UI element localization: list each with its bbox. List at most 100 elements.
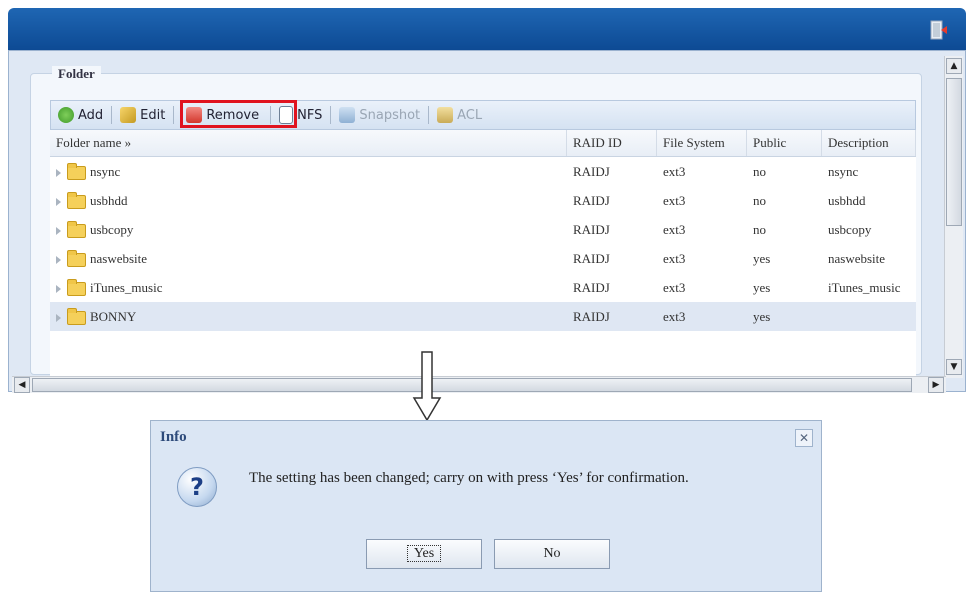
cell-file-system: ext3 [663,164,686,179]
edit-button-label: Edit [140,107,166,123]
table-row[interactable]: nsync RAIDJ ext3 no nsync [50,157,916,186]
cell-description: usbhdd [828,193,866,208]
toolbar-separator [173,106,175,124]
horizontal-scrollbar[interactable]: ◀ ▶ [12,376,946,393]
table-row[interactable]: naswebsite RAIDJ ext3 yes naswebsite [50,244,916,273]
table-row[interactable]: iTunes_music RAIDJ ext3 yes iTunes_music [50,273,916,302]
expand-arrow-icon[interactable] [56,198,61,207]
expand-arrow-icon[interactable] [56,256,61,265]
folder-icon [67,221,86,239]
scroll-down-icon[interactable]: ▼ [946,359,962,375]
folder-toolbar: Add Edit Remove NFS Snapshot ACL [50,100,916,130]
acl-button-label: ACL [457,107,483,123]
window-title-bar [8,8,966,50]
grid-body: nsync RAIDJ ext3 no nsync usbhdd RAIDJ ext3 no us… [50,157,916,331]
down-arrow-icon [412,351,442,422]
question-icon: ? [177,467,217,507]
cell-folder-name: usbhdd [50,186,567,215]
folder-name-text: BONNY [90,309,137,324]
cell-file-system: ext3 [663,251,686,266]
yes-button-label: Yes [406,545,442,562]
column-header-file-system[interactable]: File System [657,130,747,156]
folder-icon [67,163,86,181]
cell-raid-id: RAIDJ [573,251,610,266]
folder-icon [67,279,86,297]
cell-file-system: ext3 [663,280,686,295]
remove-button[interactable]: Remove [183,103,262,127]
cell-raid-id: RAIDJ [573,193,610,208]
no-button[interactable]: No [494,539,610,569]
no-button-label: No [543,546,561,561]
remove-button-label: Remove [206,107,260,123]
expand-arrow-icon[interactable] [56,227,61,236]
scroll-left-icon[interactable]: ◀ [14,377,30,393]
folder-icon [67,250,86,268]
snapshot-icon [339,107,356,123]
expand-arrow-icon[interactable] [56,314,61,323]
table-row[interactable]: usbhdd RAIDJ ext3 no usbhdd [50,186,916,215]
add-button[interactable]: Add [55,103,106,127]
vertical-scroll-thumb[interactable] [946,78,962,226]
column-header-description[interactable]: Description [822,130,916,156]
cell-public: yes [753,251,771,266]
cell-raid-id: RAIDJ [573,280,610,295]
column-header-folder-name[interactable]: Folder name » [50,130,567,156]
cell-folder-name: usbcopy [50,215,567,244]
toolbar-separator [270,106,272,124]
cell-folder-name: naswebsite [50,244,567,273]
folder-name-text: usbcopy [90,222,134,237]
acl-button[interactable]: ACL [434,103,485,127]
cell-file-system: ext3 [663,222,686,237]
table-row[interactable]: usbcopy RAIDJ ext3 no usbcopy [50,215,916,244]
folder-name-text: naswebsite [90,251,148,266]
expand-arrow-icon[interactable] [56,285,61,294]
column-header-raid-id[interactable]: RAID ID [567,130,657,156]
column-header-public[interactable]: Public [747,130,822,156]
expand-arrow-icon[interactable] [56,169,61,178]
cell-raid-id: RAIDJ [573,164,610,179]
cell-public: no [753,222,766,237]
folder-legend: Folder [52,66,101,82]
cell-file-system: ext3 [663,309,686,324]
table-row[interactable]: BONNY RAIDJ ext3 yes [50,302,916,331]
scroll-right-icon[interactable]: ▶ [928,377,944,393]
add-button-label: Add [78,107,104,123]
cell-description: naswebsite [828,251,886,266]
close-icon[interactable]: ✕ [795,429,813,447]
nfs-button[interactable]: NFS [276,103,325,127]
folder-name-text: iTunes_music [90,280,163,295]
nfs-button-label: NFS [297,107,323,123]
dialog-title: Info [160,429,187,445]
cell-public: yes [753,280,771,295]
folder-name-text: usbhdd [90,193,128,208]
info-dialog: Info ✕ ? The setting has been changed; c… [150,420,822,592]
folder-icon [67,192,86,210]
add-icon [58,107,74,123]
folder-grid: Folder name » RAID ID File System Public… [50,130,916,376]
cell-public: no [753,164,766,179]
cell-description: nsync [828,164,859,179]
cell-raid-id: RAIDJ [573,222,610,237]
dialog-message: The setting has been changed; carry on w… [249,470,689,486]
exit-door-icon[interactable] [930,20,948,40]
cell-public: yes [753,309,771,324]
folder-icon [67,308,86,326]
cell-raid-id: RAIDJ [573,309,610,324]
snapshot-button-label: Snapshot [359,107,421,123]
edit-icon [120,107,137,123]
cell-description [822,302,916,331]
yes-button[interactable]: Yes [366,539,482,569]
cell-description: iTunes_music [828,280,901,295]
vertical-scrollbar[interactable]: ▲ ▼ [944,56,963,378]
edit-button[interactable]: Edit [117,103,168,127]
snapshot-button[interactable]: Snapshot [336,103,423,127]
horizontal-scroll-thumb[interactable] [32,378,912,392]
remove-icon [186,107,203,123]
toolbar-separator [111,106,113,124]
cell-description: usbcopy [828,222,872,237]
nfs-icon [279,106,294,124]
cell-file-system: ext3 [663,193,686,208]
grid-header: Folder name » RAID ID File System Public… [50,130,916,157]
scroll-up-icon[interactable]: ▲ [946,58,962,74]
toolbar-separator [428,106,430,124]
